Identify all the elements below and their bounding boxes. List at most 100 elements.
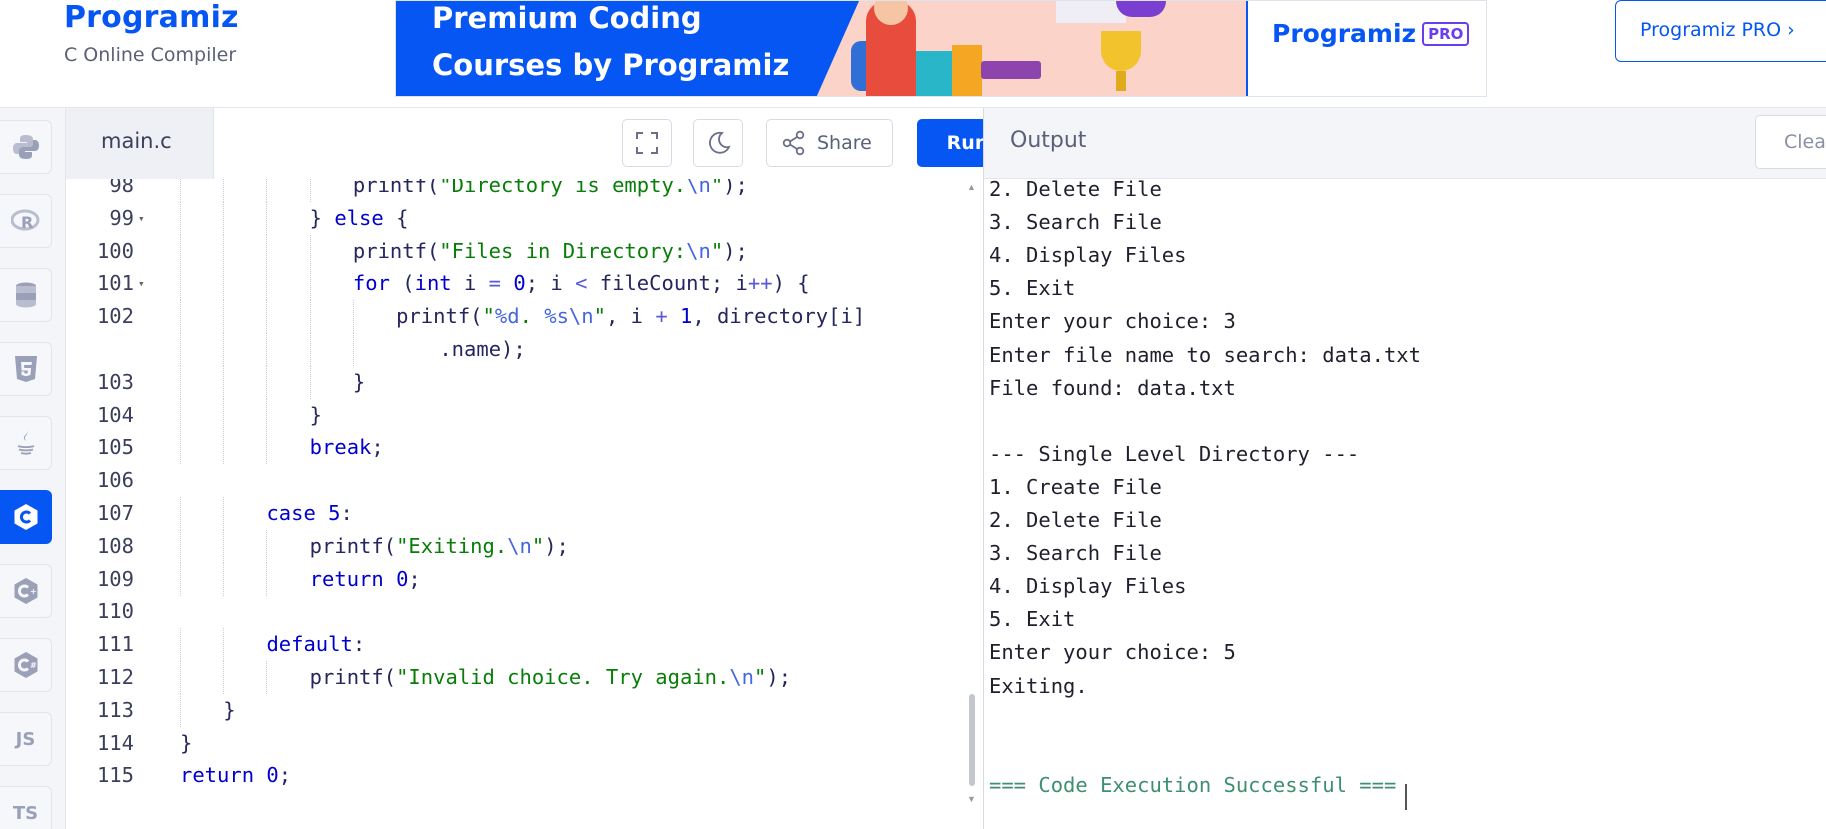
fullscreen-button[interactable]: [622, 119, 672, 167]
code-line[interactable]: 100 printf("Files in Directory:\n");: [66, 234, 983, 268]
code-token: \n: [686, 238, 711, 263]
line-number: 115: [96, 763, 134, 788]
fold-arrow-icon[interactable]: ▾: [138, 202, 145, 235]
indent-guide: [180, 300, 181, 334]
code-text: printf("Files in Directory:\n");: [353, 235, 748, 268]
code-text: return 0;: [310, 563, 421, 596]
code-line[interactable]: 105 break;: [66, 431, 983, 465]
output-console[interactable]: 2. Delete File 3. Search File 4. Display F…: [984, 179, 1826, 829]
code-line[interactable]: 113}: [66, 693, 983, 727]
file-tab-main-c[interactable]: main.c: [66, 108, 214, 179]
code-line[interactable]: 107 case 5:: [66, 497, 983, 530]
code-line[interactable]: 98 printf("Directory is empty.\n");: [66, 179, 983, 202]
banner-line-2: Courses by Programiz: [432, 48, 790, 82]
code-token: i: [451, 271, 489, 296]
dark-mode-button[interactable]: [693, 119, 743, 167]
indent-guide: [180, 398, 181, 432]
promo-banner[interactable]: Premium Coding Courses by Programiz Prog…: [395, 0, 1487, 97]
fullscreen-icon: [636, 132, 658, 154]
share-button[interactable]: Share: [766, 119, 893, 167]
code-token: ++: [747, 271, 773, 296]
code-line[interactable]: 109 return 0;: [66, 562, 983, 596]
indent-guide: [223, 431, 225, 465]
scroll-up-arrow-icon[interactable]: ▲: [967, 182, 976, 192]
indent-guide: [180, 628, 181, 662]
line-number: 106: [96, 468, 134, 493]
code-token: \n: [729, 665, 755, 689]
moon-icon: [709, 131, 731, 154]
sidebar-item-sql[interactable]: [0, 268, 52, 322]
code-line[interactable]: 104}: [66, 398, 983, 432]
line-number: 101: [96, 271, 134, 296]
sidebar-item-javascript[interactable]: JS: [0, 712, 52, 766]
html5-icon: [14, 356, 37, 382]
programiz-logo[interactable]: Programiz: [64, 0, 239, 36]
sidebar-item-python[interactable]: [0, 120, 52, 174]
editor-scrollbar[interactable]: ▲ ▼: [966, 182, 978, 806]
code-text: }: [353, 366, 365, 399]
svg-text:++: ++: [30, 587, 41, 596]
code-line[interactable]: 115 return 0;: [66, 759, 983, 792]
indent-guide: [266, 333, 268, 366]
code-token: default: [266, 632, 353, 657]
programiz-pro-logo: Programiz PRO: [1272, 19, 1470, 48]
code-line[interactable]: 111 default:: [66, 628, 983, 662]
output-line: 2. Delete File: [989, 179, 1162, 201]
code-token: );: [544, 533, 569, 558]
indent-guide: [309, 267, 311, 301]
code-line[interactable]: 102 printf("%d. %s\n", i + 1, directory[i…: [66, 300, 983, 334]
code-line[interactable]: .name);: [66, 333, 983, 366]
indent-guide: [223, 365, 225, 399]
line-number: 112: [96, 665, 134, 689]
code-token: 5: [328, 501, 341, 525]
book-stack-illustration: [981, 61, 1041, 79]
code-editor[interactable]: 98 printf("Directory is empty.\n"); 99 ▾} e…: [66, 179, 983, 829]
scroll-down-arrow-icon[interactable]: ▼: [967, 794, 976, 804]
svg-text:R: R: [21, 213, 33, 232]
sidebar-item-typescript[interactable]: TS: [0, 786, 52, 829]
output-header: Output Clear: [984, 108, 1826, 179]
code-token: return: [309, 566, 384, 591]
indent-guide: [180, 267, 181, 301]
code-token: \n: [686, 179, 711, 197]
sidebar-item-java[interactable]: [0, 416, 52, 470]
output-line: 4. Display Files: [989, 243, 1187, 268]
code-line[interactable]: 101 ▾ for (int i = 0; i < fileCount; i++) …: [66, 267, 983, 301]
code-line[interactable]: 103}: [66, 365, 983, 399]
code-line[interactable]: 108 printf("Exiting.\n");: [66, 529, 983, 563]
indent-guide: [223, 398, 225, 432]
code-token: %s\n: [544, 304, 594, 329]
indent-guide: [266, 267, 268, 301]
clear-button[interactable]: Clear: [1755, 115, 1826, 169]
code-line[interactable]: 106: [66, 464, 983, 497]
code-line[interactable]: 110: [66, 595, 983, 628]
sidebar-item-csharp[interactable]: #: [0, 638, 52, 692]
scroll-thumb[interactable]: [969, 694, 975, 786]
code-line[interactable]: 112 printf("Invalid choice. Try again.\n"…: [66, 661, 983, 694]
code-line[interactable]: 114}: [66, 727, 983, 760]
code-token: , directory[i]: [692, 304, 866, 329]
pro-badge: PRO: [1422, 22, 1470, 46]
code-token: ": [531, 533, 545, 558]
indent-guide: [266, 661, 268, 694]
code-line[interactable]: 99 ▾} else {: [66, 201, 983, 235]
brand[interactable]: Programiz C Online Compiler: [64, 0, 239, 66]
line-number: 107: [96, 501, 134, 525]
sidebar-item-r[interactable]: R: [0, 194, 52, 248]
indent-guide: [180, 431, 181, 465]
sidebar-item-c[interactable]: [0, 490, 52, 544]
indent-guide: [352, 300, 354, 334]
line-number: 100: [96, 238, 134, 263]
code-text: break;: [310, 431, 384, 464]
fold-arrow-icon[interactable]: ▾: [138, 267, 145, 300]
sidebar-item-cpp[interactable]: ++: [0, 564, 52, 618]
output-line: 5. Exit: [989, 607, 1076, 632]
sidebar-item-html[interactable]: [0, 342, 52, 396]
language-sidebar: R ++ # JS TS: [0, 108, 66, 829]
programiz-pro-button[interactable]: Programiz PRO ›: [1615, 0, 1826, 62]
code-token: printf(: [352, 179, 440, 197]
line-number: 114: [96, 730, 134, 755]
code-token: printf(: [396, 304, 483, 329]
